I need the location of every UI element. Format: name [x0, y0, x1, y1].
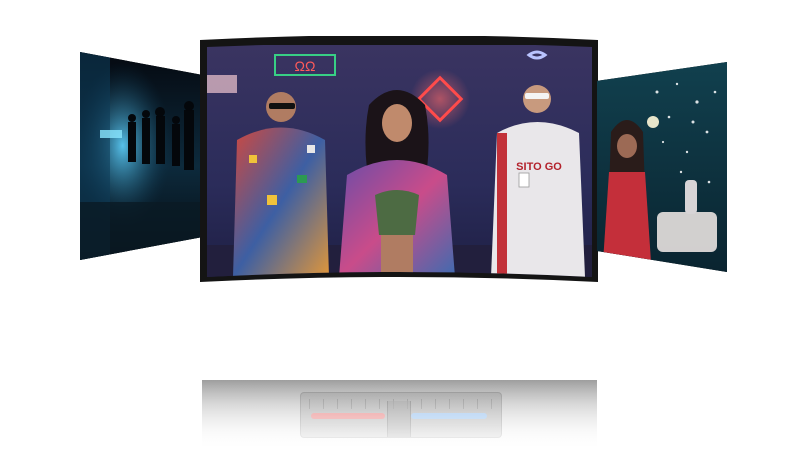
- scrubber-handle: [387, 401, 411, 437]
- control-bar-reflection: [202, 380, 597, 450]
- music-video-frame: ΩΩ SITO GO: [207, 45, 592, 277]
- neon-sign-text: ΩΩ: [295, 58, 316, 74]
- jersey-text: SITO GO: [516, 161, 562, 173]
- confetti-scene-image: [597, 62, 727, 272]
- playback-controls-reflection: [300, 392, 502, 438]
- dance-scene-image: [80, 52, 202, 260]
- carousel-thumbnail-left[interactable]: [80, 52, 202, 260]
- progress-bar-left: [311, 413, 385, 419]
- carousel-thumbnail-right[interactable]: [597, 62, 727, 272]
- carousel-main-screen[interactable]: ΩΩ SITO GO: [200, 36, 598, 286]
- progress-bar-right: [411, 413, 487, 419]
- video-carousel: ΩΩ SITO GO: [0, 0, 800, 450]
